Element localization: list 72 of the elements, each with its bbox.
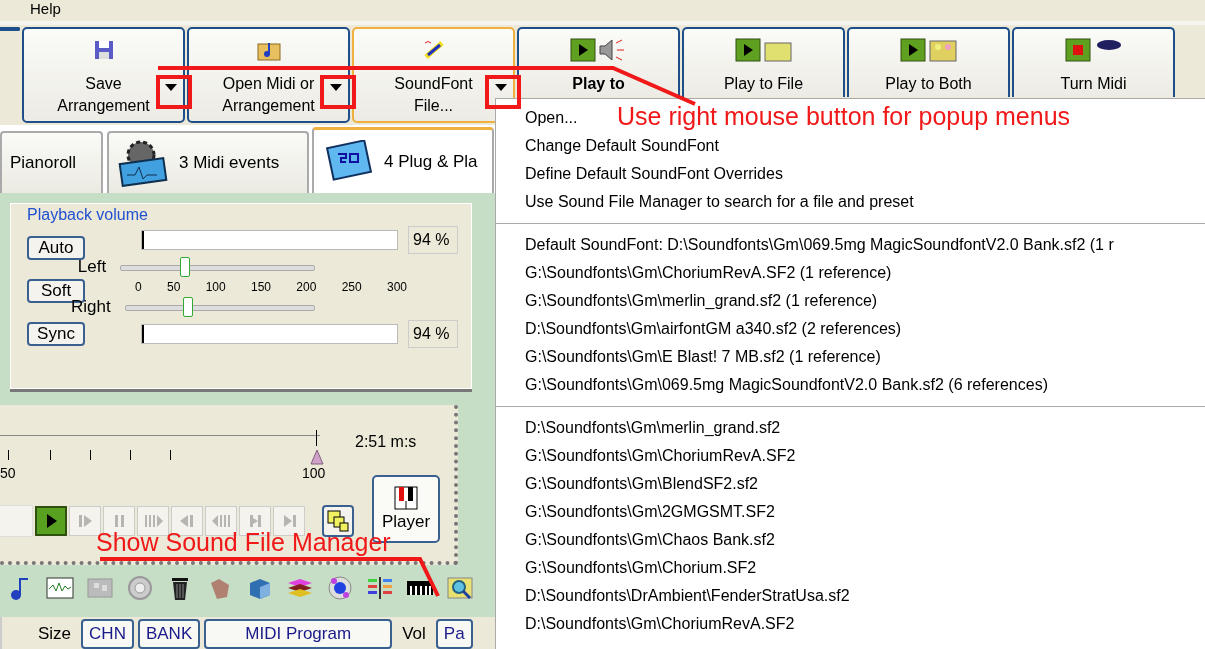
record-midi-icon: [1064, 37, 1123, 63]
meter-reading: 94 %: [408, 320, 458, 348]
gear-folder-icon: [117, 139, 169, 187]
meter-reading: 94 %: [408, 226, 458, 254]
toolbar-button[interactable]: Play to Both: [847, 27, 1010, 97]
menu-item[interactable]: G:\Soundfonts\Gm\2GMGSMT.SF2: [525, 498, 775, 526]
column-button[interactable]: MIDI Program: [204, 619, 393, 649]
column-label: Vol: [401, 624, 427, 644]
volume-slider[interactable]: [120, 256, 315, 278]
play-folder-icon: [734, 37, 793, 63]
highlight-frame: [485, 75, 521, 109]
menu-item[interactable]: G:\Soundfonts\Gm\ChoriumRevA.SF2: [525, 442, 796, 470]
menu-item[interactable]: Define Default SoundFont Overrides: [525, 160, 783, 188]
menu-item[interactable]: Help: [30, 0, 61, 17]
tab[interactable]: 3 Midi events: [107, 131, 309, 193]
scale-label: 50: [167, 280, 181, 294]
highlight-frame: [156, 75, 192, 109]
ruler-label: 50: [0, 465, 16, 481]
scale-label: 300: [386, 280, 407, 294]
dropdown-arrow-icon[interactable]: [330, 84, 342, 91]
menu-item[interactable]: G:\Soundfonts\Gm\069.5mg MagicSoundfontV2.0 Bank.sf2 (6 references): [525, 371, 1048, 399]
dropdown-arrow-icon[interactable]: [165, 84, 177, 91]
tab[interactable]: Pianoroll: [0, 131, 103, 193]
toolbar-button[interactable]: Open Midi or Arrangement: [187, 27, 350, 123]
toolbar-button[interactable]: Save Arrangement: [22, 27, 185, 123]
slider-label: Left: [76, 257, 108, 277]
scale-label: 0: [135, 280, 142, 294]
slider-thumb[interactable]: [183, 297, 194, 317]
menu-item[interactable]: G:\Soundfonts\Gm\merlin_grand.sf2 (1 reference): [525, 287, 878, 315]
toolbar-button[interactable]: Turn Midi: [1012, 27, 1175, 97]
duration-label: 2:51 m:s: [355, 433, 417, 451]
disc-icon[interactable]: [126, 575, 154, 603]
position-marker-icon[interactable]: [310, 449, 324, 465]
menu-item[interactable]: G:\Soundfonts\Gm\ChoriumRevA.SF2 (1 reference): [525, 259, 892, 287]
menu-item[interactable]: G:\Soundfonts\Gm\E Blast! 7 MB.sf2 (1 reference): [525, 343, 881, 371]
mode-button[interactable]: Sync: [27, 322, 85, 346]
scale-label: 150: [250, 280, 271, 294]
menu-item[interactable]: G:\Soundfonts\Gm\BlendSF2.sf2: [525, 470, 758, 498]
menu-item[interactable]: Change Default SoundFont: [525, 132, 719, 160]
windows-icon: [326, 509, 350, 533]
column-label: Size: [37, 624, 73, 644]
ruler-label: 100: [302, 465, 326, 481]
highlight-frame: [320, 75, 356, 109]
piano-icon: [394, 486, 418, 510]
play-people-icon: [899, 37, 958, 63]
menu-item[interactable]: D:\Soundfonts\Gm\airfontGM a340.sf2 (2 references): [525, 315, 902, 343]
menu-item[interactable]: D:\Soundfonts\Gm\ChoriumRevA.SF2: [525, 610, 795, 638]
column-button[interactable]: Pa: [435, 619, 473, 649]
mode-button[interactable]: Auto: [27, 236, 85, 260]
scale-label: 200: [296, 280, 317, 294]
menu-item[interactable]: G:\Soundfonts\Gm\Chorium.SF2: [525, 554, 757, 582]
menu-item[interactable]: D:\Soundfonts\Gm\merlin_grand.sf2: [525, 414, 781, 442]
volume-slider[interactable]: [124, 296, 315, 318]
menu-item[interactable]: G:\Soundfonts\Gm\Chaos Bank.sf2: [525, 526, 775, 554]
dropdown-arrow-icon[interactable]: [495, 84, 507, 91]
column-button[interactable]: CHN: [81, 619, 134, 649]
menu-item[interactable]: Use Sound File Manager to search for a file and preset: [525, 188, 914, 216]
toolbar-button[interactable]: Play to: [517, 27, 680, 97]
scale-label: 250: [341, 280, 362, 294]
scale-label: 100: [205, 280, 226, 294]
annotation-text: Use right mouse button for popup menus: [617, 102, 1071, 131]
menu-item[interactable]: Open...: [525, 104, 578, 132]
toolbar-button[interactable]: Play to File: [682, 27, 845, 97]
atom-icon[interactable]: [326, 575, 354, 603]
group-title: Playback volume: [25, 206, 150, 224]
menu-item[interactable]: Default SoundFont: D:\Soundfonts\Gm\069.5mg MagicSoundfontV2.0 Bank.sf2 (1 r: [525, 231, 1114, 259]
slider-thumb[interactable]: [180, 257, 191, 277]
toolbar-button[interactable]: SoundFont File...: [352, 27, 515, 123]
play-button[interactable]: [35, 506, 67, 536]
menu-item[interactable]: D:\Soundfonts\DrAmbient\FenderStratUsa.sf2: [525, 582, 850, 610]
column-button[interactable]: BANK: [137, 619, 201, 649]
tab[interactable]: 4 Plug & Pla: [312, 127, 494, 193]
